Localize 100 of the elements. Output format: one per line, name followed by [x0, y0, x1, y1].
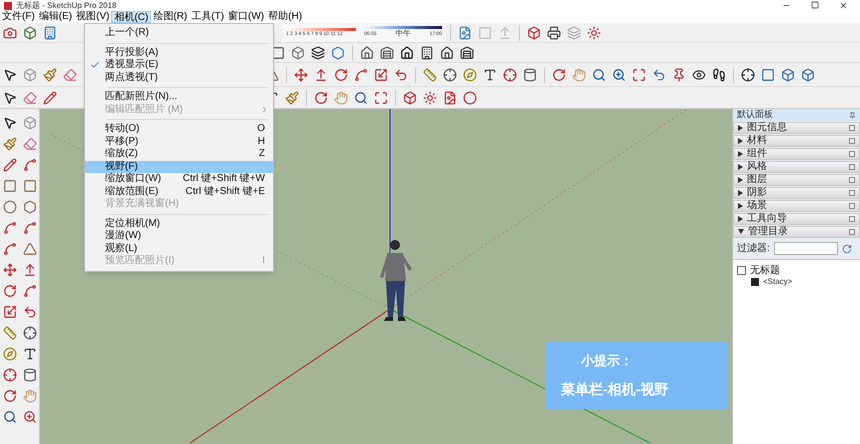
circle-icon[interactable] — [3, 200, 17, 214]
zoom-icon[interactable] — [3, 410, 17, 424]
zoom-icon[interactable] — [592, 68, 606, 82]
select-icon[interactable] — [3, 90, 17, 104]
building-icon[interactable] — [43, 26, 57, 40]
tape-measure-icon[interactable] — [423, 68, 437, 82]
rectangle-icon[interactable] — [3, 179, 17, 193]
move-icon[interactable] — [3, 263, 17, 277]
layers-icon[interactable] — [311, 46, 325, 60]
arc-icon[interactable] — [3, 221, 17, 235]
shaded-cube-icon[interactable] — [291, 46, 305, 60]
refresh-icon[interactable] — [842, 244, 852, 254]
text-icon[interactable] — [22, 347, 36, 361]
rotated-rectangle-icon[interactable] — [22, 179, 36, 193]
menu-bar-item[interactable]: 相机(C) — [111, 11, 152, 23]
outliner-item[interactable]: 无标题 — [750, 262, 780, 278]
polygon-icon[interactable] — [22, 200, 36, 214]
rotate-icon[interactable] — [334, 68, 348, 82]
menu-item[interactable]: 平行投影(A) — [85, 46, 273, 59]
orbit-icon[interactable] — [552, 68, 566, 82]
eraser-icon[interactable] — [63, 68, 77, 82]
tray-section-header[interactable]: 图层 — [733, 174, 860, 186]
paint-bucket-icon[interactable] — [285, 90, 299, 104]
menu-item[interactable]: 两点透视(T) — [85, 72, 273, 84]
menu-item[interactable]: 平移(P) H — [85, 136, 273, 148]
house-icon[interactable] — [440, 46, 454, 60]
section-plane-icon[interactable] — [741, 68, 755, 82]
menu-bar-item[interactable]: 工具(T) — [189, 11, 226, 23]
offset-icon[interactable] — [22, 305, 36, 319]
menu-item[interactable]: 上一个(R) — [85, 27, 273, 40]
select-icon[interactable] — [3, 116, 17, 130]
pie-icon[interactable] — [22, 242, 36, 256]
section-fill-icon[interactable] — [801, 68, 815, 82]
dimension-icon[interactable] — [443, 68, 457, 82]
eraser-icon[interactable] — [23, 90, 37, 104]
filter-field[interactable] — [774, 242, 838, 255]
orbit-icon[interactable] — [314, 90, 328, 104]
zoom-window-icon[interactable] — [22, 410, 36, 424]
pin-icon[interactable] — [849, 112, 856, 118]
walk-icon[interactable] — [712, 68, 726, 82]
printer-icon[interactable] — [547, 26, 561, 40]
menu-bar-item[interactable]: 编辑(E) — [36, 11, 74, 23]
move-icon[interactable] — [294, 68, 308, 82]
menu-bar-item[interactable]: 帮助(H) — [266, 11, 304, 23]
3d-text-icon[interactable] — [523, 68, 537, 82]
menu-item[interactable]: 视野(F) — [85, 160, 273, 173]
tile-icon[interactable] — [478, 26, 492, 40]
3d-text-icon[interactable] — [22, 368, 36, 382]
tray-section-header[interactable]: 工具向导 — [733, 212, 860, 225]
sun-icon[interactable] — [587, 26, 601, 40]
menu-item[interactable]: 透视显示(E) — [85, 59, 273, 72]
camera-icon[interactable] — [3, 26, 17, 40]
zoom-extents-icon[interactable] — [374, 90, 388, 104]
menu-item[interactable]: 缩放窗口(W) Ctrl 键+Shift 键+W — [85, 173, 273, 186]
section-cut-icon[interactable] — [781, 68, 795, 82]
orbit-icon[interactable] — [3, 389, 17, 403]
menu-bar-item[interactable]: 视图(V) — [74, 11, 112, 23]
tray-section-header[interactable]: 材料 — [733, 134, 860, 147]
tray-section-header[interactable]: 管理目录 — [733, 226, 860, 238]
push-pull-icon[interactable] — [22, 263, 36, 277]
tape-measure-icon[interactable] — [3, 326, 17, 340]
follow-me-icon[interactable] — [354, 68, 368, 82]
cube-icon[interactable] — [23, 26, 37, 40]
menu-item[interactable]: 缩放(Z) Z — [85, 148, 273, 160]
image-icon[interactable] — [458, 26, 472, 40]
previous-view-icon[interactable] — [652, 68, 666, 82]
zoom-extents-icon[interactable] — [632, 68, 646, 82]
arc-icon[interactable] — [22, 221, 36, 235]
look-around-icon[interactable] — [692, 68, 706, 82]
axes-icon[interactable] — [503, 68, 517, 82]
paint-bucket-icon[interactable] — [3, 137, 17, 151]
cube-icon[interactable] — [527, 26, 541, 40]
menu-item[interactable]: 缩放范围(E) Ctrl 键+Shift 键+E — [85, 186, 273, 198]
position-camera-icon[interactable] — [672, 68, 686, 82]
building-icon[interactable] — [420, 46, 434, 60]
push-pull-icon[interactable] — [314, 68, 328, 82]
tray-section-header[interactable]: 阴影 — [733, 186, 860, 199]
tray-section-header[interactable]: 图元信息 — [733, 122, 860, 134]
cube-icon[interactable] — [403, 90, 417, 104]
tray-section-header[interactable]: 场景 — [733, 200, 860, 212]
follow-me-icon[interactable] — [22, 284, 36, 298]
dimension-icon[interactable] — [22, 326, 36, 340]
house-icon[interactable] — [400, 46, 414, 60]
offset-icon[interactable] — [394, 68, 408, 82]
zoom-icon[interactable] — [354, 90, 368, 104]
text-icon[interactable] — [483, 68, 497, 82]
hexagon-icon[interactable] — [331, 46, 345, 60]
outliner-item[interactable]: <Stacy> — [763, 276, 792, 288]
menu-item[interactable]: 观察(L) — [85, 242, 273, 255]
menu-item[interactable]: 匹配新照片(N)... — [85, 91, 273, 104]
axes-icon[interactable] — [3, 368, 17, 382]
zoom-window-icon[interactable] — [612, 68, 626, 82]
menu-bar-item[interactable]: 文件(F) — [0, 11, 37, 23]
maximize-icon[interactable] — [811, 1, 819, 9]
export-icon[interactable] — [443, 90, 457, 104]
tray-section-header[interactable]: 风格 — [733, 160, 860, 173]
pencil-icon[interactable] — [43, 90, 57, 104]
close-icon[interactable] — [839, 1, 848, 10]
paint-bucket-icon[interactable] — [43, 68, 57, 82]
menu-bar-item[interactable]: 绘图(R) — [151, 11, 190, 23]
